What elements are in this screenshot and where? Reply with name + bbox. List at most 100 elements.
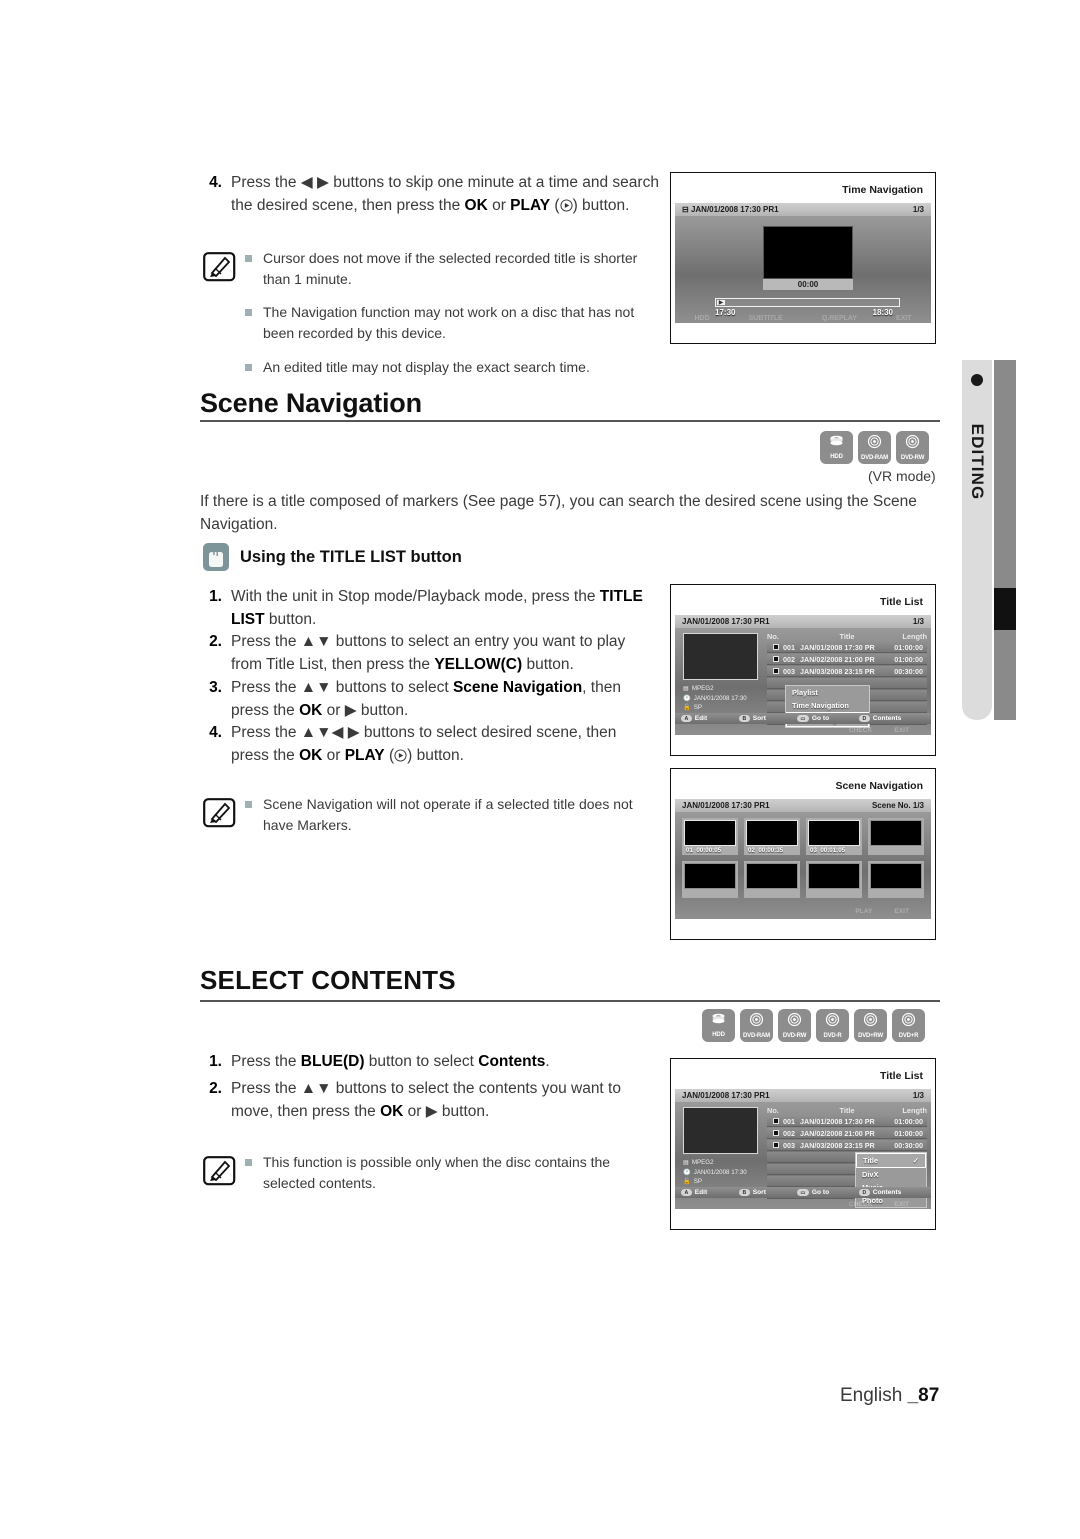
screen-title: Title List [880,1070,923,1082]
clock-icon: 🕐 [683,694,691,702]
up-down-arrows-icon: ▲▼ [300,633,332,650]
note-item: This function is possible only when the … [245,1152,663,1193]
scene-thumbnail[interactable]: 01 00:00:05 [682,818,738,855]
editing-sidebar: EDITING [962,360,1018,720]
scene-thumbnail-empty [682,861,738,898]
scene-nav-step-1: 1. With the unit in Stop mode/Playback m… [209,588,643,628]
menu-item-title[interactable]: Title ✓ [856,1153,926,1168]
scene-nav-step-3: 3. Press the ▲▼ buttons to select Scene … [209,679,621,719]
sidebar-rail-active-marker [994,588,1016,630]
disc-icon-dvd-r: DVD-R [816,1009,849,1042]
screen-subbar: JAN/01/2008 17:30 PR1 1/3 [675,1089,931,1102]
note-item: Cursor does not move if the selected rec… [245,248,663,289]
goto-key-icon: ▭ [797,715,809,722]
button-contents[interactable]: D Contents [859,715,901,722]
disc-icon [867,434,882,448]
screen-ghost-buttons: HDD SUBTITLE Q.REPLAY EXIT [694,315,912,322]
screen-subbar-right: 1/3 [912,205,924,214]
clock-icon: 🕐 [683,1168,691,1176]
button-contents[interactable]: D Contents [859,1189,901,1196]
note-list: Cursor does not move if the selected rec… [245,248,663,391]
scene-thumbnail-empty [868,861,924,898]
scene-nav-step-4: 4. Press the ▲▼◀ ▶ buttons to select des… [209,724,617,764]
bullet-square-icon [245,363,252,371]
video-format-icon: ▤ [683,1159,689,1166]
button-goto[interactable]: ▭ Go to [797,1189,859,1196]
preview-thumbnail [683,633,758,680]
scene-nav-step-2: 2. Press the ▲▼ buttons to select an ent… [209,633,626,673]
row-checkbox[interactable] [773,1118,779,1124]
vr-mode-label: (VR mode) [868,468,936,484]
button-edit[interactable]: A Edit [681,715,739,722]
screen-subbar-right: 1/3 [912,1091,924,1100]
disc-icons-select-contents: HDD DVD-RAM DVD-RW DVD-R DVD+RW DVD+R [702,1009,925,1042]
scene-navigation-intro: If there is a title composed of markers … [200,493,917,534]
scene-thumbnail[interactable]: 03 00:01:05 [806,818,862,855]
page-heading-select-contents: SELECT CONTENTS [200,965,456,995]
button-edit[interactable]: A Edit [681,1189,739,1196]
screen-button-bar: A Edit B Sort ▭ Go to D Contents [675,713,931,724]
table-header: No. Title Length [767,632,927,641]
screenshot-scene-navigation: Scene Navigation JAN/01/2008 17:30 PR1 S… [670,768,936,940]
table-row[interactable]: 003 JAN/03/2008 23:15 PR 00:30:00 [767,1140,927,1151]
thumbnail-time: 00:00 [763,279,853,290]
disc-icon [749,1012,764,1026]
menu-item-time-navigation[interactable]: Time Navigation [786,699,869,712]
menu-item-playlist[interactable]: Playlist [786,686,869,699]
disc-icon [901,1012,916,1026]
screenshot-time-navigation: Time Navigation ⊟ JAN/01/2008 17:30 PR1 … [670,172,936,344]
note-item: Scene Navigation will not operate if a s… [245,794,663,835]
disc-icon-hdd: HDD [702,1009,735,1042]
disc-icon-dvd-rw: DVD-RW [778,1009,811,1042]
screen-subbar-left: JAN/01/2008 17:30 PR1 [682,1091,770,1100]
bullet-square-icon [245,309,252,317]
screenshot-title-list-navigation: Title List JAN/01/2008 17:30 PR1 1/3 ▤ MP… [670,584,936,756]
screen-subbar-right: Scene No. 1/3 [871,801,924,810]
row-checkbox[interactable] [773,644,779,650]
table-row[interactable]: 001 JAN/01/2008 17:30 PR 01:00:00 [767,642,927,653]
left-right-arrows-icon: ◀ ▶ [300,174,329,191]
table-row[interactable]: 002 JAN/02/2008 21:00 PR 01:00:00 [767,1128,927,1139]
menu-item-divx[interactable]: DivX [856,1168,926,1181]
scene-thumbnail-empty [868,818,924,855]
disc-icon [863,1012,878,1026]
screen-subbar-left: ⊟ JAN/01/2008 17:30 PR1 [682,205,779,214]
time-slider-knob[interactable]: ▶ [717,300,725,306]
time-slider-track[interactable]: ▶ [715,298,900,307]
button-sort[interactable]: B Sort [739,715,797,722]
bullet-square-icon [245,255,252,262]
screen-title: Scene Navigation [835,780,923,792]
sidebar-rail [994,360,1016,720]
screen-ghost-buttons: CHECK EXIT [848,727,909,734]
subheading-using-title-list: Using the TITLE LIST button [203,543,462,571]
sidebar-tab: EDITING [962,360,992,720]
screen-button-bar: A Edit B Sort ▭ Go to D Contents [675,1187,931,1198]
button-sort[interactable]: B Sort [739,1189,797,1196]
check-icon: ✓ [912,1156,919,1165]
table-row[interactable]: 001 JAN/01/2008 17:30 PR 01:00:00 [767,1116,927,1127]
play-circle-icon [394,749,407,762]
subheading-text: Using the TITLE LIST button [240,547,462,566]
sidebar-label: EDITING [968,423,987,501]
table-row[interactable]: 003 JAN/03/2008 23:15 PR 00:30:00 [767,666,927,677]
screen-subbar-right: 1/3 [912,617,924,626]
button-goto[interactable]: ▭ Go to [797,715,859,722]
hdd-stack-icon [830,435,843,446]
disc-icons-scene-navigation: HDD DVD-RAM DVD-RW [820,431,929,464]
screen-subbar: JAN/01/2008 17:30 PR1 Scene No. 1/3 [675,799,931,812]
preview-thumbnail [683,1107,758,1154]
row-checkbox[interactable] [773,1130,779,1136]
row-checkbox[interactable] [773,656,779,662]
row-checkbox[interactable] [773,1142,779,1148]
table-header: No. Title Length [767,1106,927,1115]
disc-icon-dvd-rw: DVD-RW [896,431,929,464]
row-checkbox[interactable] [773,668,779,674]
disc-icon-hdd: HDD [820,431,853,464]
step-text: Press the ◀ ▶ buttons to skip one minute… [231,174,659,214]
table-row[interactable]: 002 JAN/02/2008 21:00 PR 01:00:00 [767,654,927,665]
screen-title: Title List [880,596,923,608]
heading-rule [200,1000,940,1002]
scene-thumbnail-grid: 01 00:00:05 02 00:00:35 03 00:01:05 [682,818,924,898]
screen-subbar: JAN/01/2008 17:30 PR1 1/3 [675,615,931,628]
scene-thumbnail[interactable]: 02 00:00:35 [744,818,800,855]
